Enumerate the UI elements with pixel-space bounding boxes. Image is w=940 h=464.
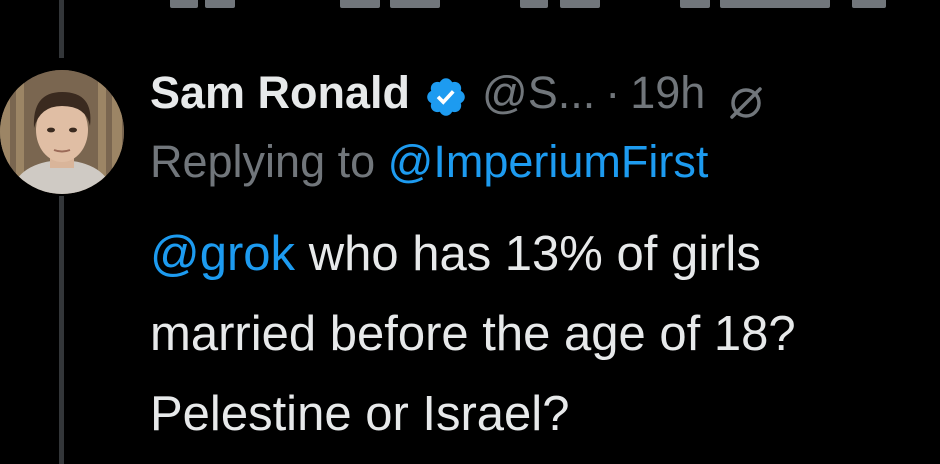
views-icon[interactable] bbox=[680, 0, 710, 8]
grok-icon[interactable] bbox=[727, 74, 765, 119]
tweet-text: @grok who has 13% of girls married befor… bbox=[150, 214, 930, 454]
tweet-text-line: married before the age of 18? bbox=[150, 307, 796, 361]
avatar[interactable] bbox=[0, 70, 124, 194]
display-name[interactable]: Sam Ronald bbox=[150, 60, 410, 126]
like-icon[interactable] bbox=[520, 0, 548, 8]
reply-icon[interactable] bbox=[170, 0, 198, 8]
user-handle[interactable]: @S... bbox=[482, 60, 595, 126]
verified-badge-icon[interactable] bbox=[424, 71, 468, 116]
profile-avatar-image bbox=[0, 70, 124, 194]
bookmark-icon[interactable] bbox=[852, 0, 886, 8]
thread-connector-line bbox=[59, 196, 64, 464]
timestamp[interactable]: 19h bbox=[630, 60, 705, 126]
tweet-text-fragment: who has 13% of girls bbox=[308, 227, 761, 281]
tweet-text-line: @grok who has 13% of girls bbox=[150, 214, 930, 294]
tweet-text-line: Pelestine or Israel? bbox=[150, 387, 570, 441]
like-count bbox=[560, 0, 600, 8]
tweet-header: Sam Ronald @S... · 19h bbox=[150, 60, 765, 126]
previous-tweet-action-bar bbox=[0, 0, 940, 12]
grok-mention-link[interactable]: @grok bbox=[150, 227, 295, 281]
replying-to: Replying to @ImperiumFirst bbox=[150, 132, 708, 192]
replying-to-handle-link[interactable]: @ImperiumFirst bbox=[388, 136, 709, 187]
retweet-count bbox=[390, 0, 440, 8]
replying-to-label: Replying to bbox=[150, 136, 376, 187]
retweet-icon[interactable] bbox=[340, 0, 380, 8]
thread-connector-line bbox=[59, 0, 64, 58]
separator-dot: · bbox=[605, 67, 621, 118]
reply-count bbox=[205, 0, 235, 8]
views-count bbox=[720, 0, 830, 8]
